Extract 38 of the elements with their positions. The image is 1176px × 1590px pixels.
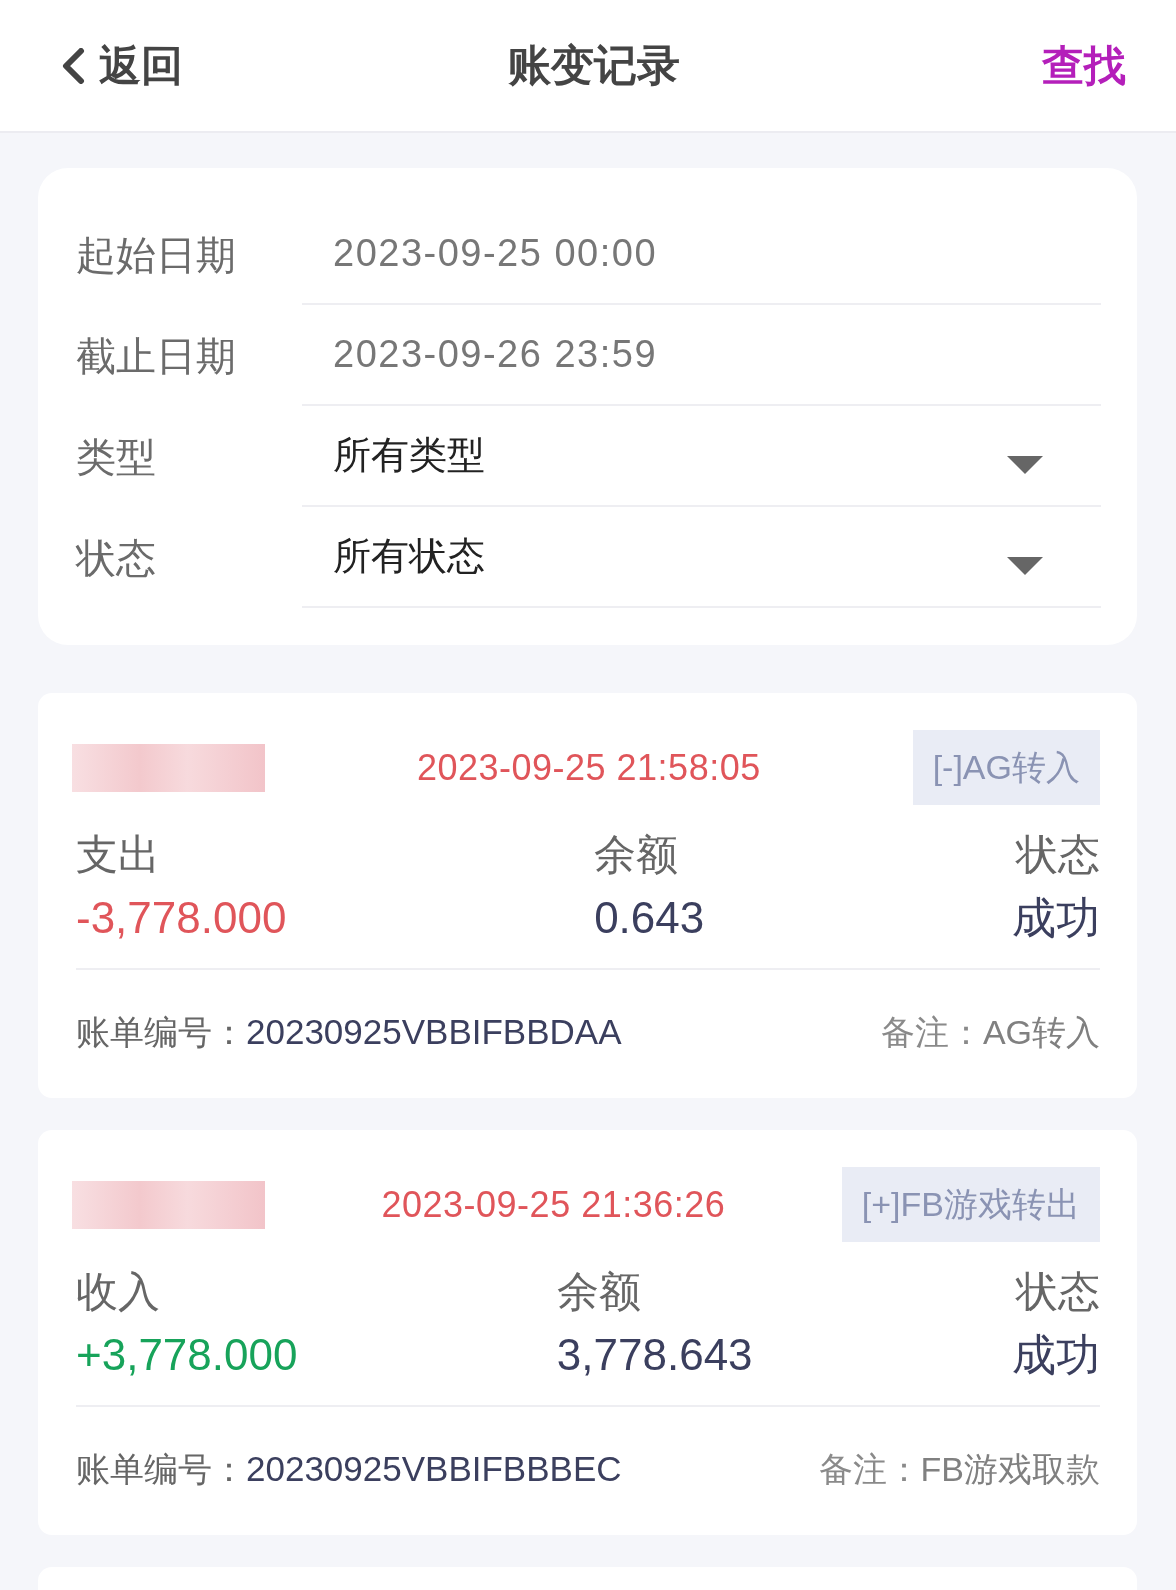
stat-label: 支出	[76, 830, 160, 880]
bill-number: 20230925VBBIFBBDAA	[246, 1011, 622, 1053]
filter-label: 类型	[76, 433, 157, 481]
type-tag: [-]AG转入	[912, 730, 1100, 805]
status-value: 成功	[1012, 892, 1100, 944]
note-label: 备注：	[880, 1012, 983, 1053]
filter-label: 起始日期	[76, 231, 237, 279]
search-button[interactable]: 查找	[1042, 37, 1126, 94]
chevron-left-icon	[61, 47, 85, 84]
amount-value: +3,778.000	[76, 1329, 298, 1381]
stat-label: 余额	[556, 1267, 641, 1317]
status-value: 成功	[1012, 1329, 1100, 1381]
dropdown-caret-icon	[1007, 556, 1043, 575]
date-field[interactable]: 2023-09-25 00:00	[302, 204, 1101, 305]
stat-label: 收入	[76, 1267, 160, 1317]
date-field[interactable]: 2023-09-26 23:59	[302, 305, 1101, 406]
bill-number: 20230925VBBIFBBBEC	[246, 1448, 622, 1490]
amount-value: -3,778.000	[76, 892, 287, 944]
note-text: FB游戏取款	[920, 1449, 1100, 1490]
note-label: 备注：	[818, 1449, 921, 1490]
balance-value: 0.643	[594, 892, 705, 944]
select-field[interactable]: 所有类型	[302, 406, 1101, 507]
note-text: AG转入	[982, 1012, 1100, 1053]
bill-label: 账单编号：	[76, 1012, 246, 1053]
type-tag: [+]FB游戏转出	[841, 1167, 1100, 1242]
record-time: 2023-09-25 21:36:26	[381, 1183, 726, 1226]
stat-label: 余额	[594, 830, 679, 880]
record-time: 2023-09-25 21:58:05	[416, 746, 761, 789]
stat-label: 状态	[1016, 1267, 1100, 1317]
stat-label: 状态	[1016, 830, 1100, 880]
back-button[interactable]: 返回	[61, 37, 183, 94]
bill-label: 账单编号：	[76, 1449, 246, 1490]
filter-label: 状态	[76, 534, 157, 582]
balance-value: 3,778.643	[556, 1329, 753, 1381]
page-title: 账变记录	[507, 39, 680, 91]
select-field[interactable]: 所有状态	[302, 507, 1101, 608]
filter-label: 截止日期	[76, 332, 237, 380]
dropdown-caret-icon	[1007, 455, 1043, 474]
